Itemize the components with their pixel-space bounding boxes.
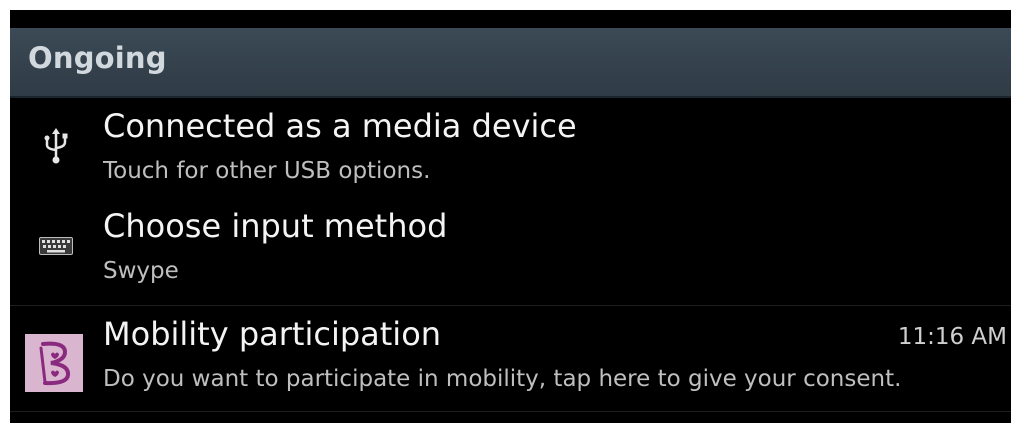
usb-icon: [36, 126, 76, 166]
section-title: Ongoing: [28, 41, 167, 75]
notification-title: Connected as a media device: [103, 107, 577, 145]
notification-panel: Ongoing Connected as a media device Touc…: [10, 10, 1011, 423]
ongoing-section-header: Ongoing: [10, 28, 1011, 98]
keyboard-icon: [36, 226, 76, 266]
notification-usb[interactable]: Connected as a media device Touch for ot…: [10, 98, 1011, 206]
notification-mobility[interactable]: Mobility participation 11:16 AM Do you w…: [10, 306, 1011, 412]
notification-text: Do you want to participate in mobility, …: [103, 366, 902, 392]
notification-title: Choose input method: [103, 207, 448, 245]
notification-time: 11:16 AM: [897, 324, 1007, 350]
notification-title: Mobility participation: [103, 315, 442, 353]
mobility-app-icon: [25, 334, 83, 392]
notification-text: Touch for other USB options.: [103, 158, 431, 184]
notification-input-method[interactable]: Choose input method Swype: [10, 198, 1011, 306]
notification-text: Swype: [103, 258, 179, 284]
